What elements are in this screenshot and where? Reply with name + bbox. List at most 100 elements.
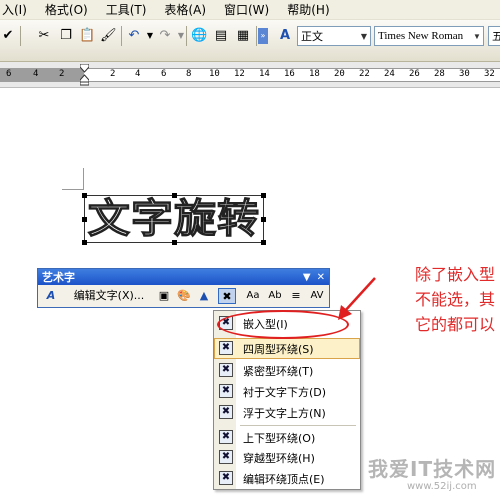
styles-formatting-icon[interactable]: A [277,28,293,44]
ruler-number: 14 [259,69,270,79]
toolbar-options-icon[interactable]: ▼ [303,272,311,283]
menu-item-in-front-text[interactable]: ✖ 浮于文字上方(N) [214,402,360,423]
menu-table[interactable]: 表格(A) [155,1,215,18]
menu-item-through[interactable]: ✖ 穿越型环绕(H) [214,447,360,468]
chevron-down-icon[interactable]: ▼ [471,32,483,41]
ruler-number: 4 [135,69,141,79]
wordart-object[interactable]: 文字旋转 [82,193,266,245]
ruler-number: 20 [334,69,345,79]
ruler-number: 30 [459,69,470,79]
wordart-toolbar-title: 艺术字 [42,271,75,284]
copy-icon[interactable]: ❐ [58,28,74,44]
undo-icon[interactable]: ↶ [126,28,142,44]
selection-handle[interactable] [82,217,87,222]
ruler-number: 28 [434,69,445,79]
redo-icon[interactable]: ↷ [157,28,173,44]
alignment-icon[interactable]: ≡ [288,288,304,304]
ruler-number: 6 [6,69,12,79]
menu-tools[interactable]: 工具(T) [97,1,156,18]
selection-handle[interactable] [82,240,87,245]
font-combo[interactable]: Times New Roman ▼ [374,26,484,46]
toolbar-separator [256,26,257,46]
annotation-line: 不能选，其 [414,290,495,309]
undo-dropdown-icon[interactable]: ▼ [142,28,158,44]
insert-table-icon[interactable]: ▦ [235,28,251,44]
paste-icon[interactable]: 📋 [79,28,95,44]
wordart-toolbar-title-bar[interactable]: 艺术字 ▼ ✕ [38,269,329,285]
menu-format[interactable]: 格式(O) [36,1,97,18]
square-wrap-icon: ✖ [219,341,233,355]
menu-item-label: 穿越型环绕(H) [243,452,315,465]
menu-separator [240,425,356,426]
ruler-number: 16 [284,69,295,79]
menu-item-label: 上下型环绕(O) [243,432,316,445]
character-spacing-button[interactable]: AV [308,288,326,304]
watermark-url: www.52ij.com [407,481,477,492]
font-size-value: 五 [492,28,500,44]
close-icon[interactable]: ✕ [317,272,325,283]
toolbar-separator [186,26,187,46]
ruler-number: 26 [409,69,420,79]
menu-item-label: 四周型环绕(S) [243,343,314,356]
ruler-number: 32 [484,69,495,79]
menu-item-tight[interactable]: ✖ 紧密型环绕(T) [214,360,360,381]
letter-height-button[interactable]: Aa [244,288,262,304]
ruler-number: 24 [384,69,395,79]
font-value: Times New Roman [378,30,464,42]
ruler-number: 22 [359,69,370,79]
wordart-gallery-icon[interactable]: ▣ [156,288,172,304]
ruler-number: 12 [234,69,245,79]
menu-item-label: 紧密型环绕(T) [243,365,314,378]
spell-check-icon[interactable]: ✔ [0,28,16,44]
selection-handle[interactable] [261,217,266,222]
watermark-text: 我爱IT技术网 [368,457,497,481]
chevron-down-icon[interactable]: ▼ [358,32,370,41]
selection-handle[interactable] [172,240,177,245]
ruler-number: 18 [309,69,320,79]
wordart-shape-icon[interactable]: ▲ [196,288,212,304]
selection-handle[interactable] [82,193,87,198]
wordart-toolbar: 艺术字 ▼ ✕ A 编辑文字(X)... ▣ 🎨 ▲ ✖ Aa Ab ≡ AV [37,268,330,308]
menu-item-label: 浮于文字上方(N) [243,407,326,420]
text-wrapping-icon[interactable]: ✖ [218,288,236,304]
ruler-number: 2 [59,69,65,79]
tight-wrap-icon: ✖ [219,363,233,377]
behind-text-icon: ✖ [219,384,233,398]
selection-handle[interactable] [172,193,177,198]
cut-icon[interactable]: ✂ [36,28,52,44]
format-wordart-icon[interactable]: 🎨 [176,288,192,304]
in-front-text-icon: ✖ [219,405,233,419]
menu-bar: 入(I) 格式(O) 工具(T) 表格(A) 窗口(W) 帮助(H) [0,0,500,20]
selection-handle[interactable] [261,193,266,198]
toolbar-separator [20,26,21,46]
ruler-margin-shade [0,68,84,82]
page-margin-corner-mark [62,168,84,190]
menu-item-label: 编辑环绕顶点(E) [243,473,325,486]
style-combo[interactable]: 正文 ▼ [297,26,371,46]
tables-borders-icon[interactable]: ▤ [213,28,229,44]
menu-help[interactable]: 帮助(H) [278,1,338,18]
ruler-number: 10 [209,69,220,79]
annotation-line: 除了嵌入型 [414,265,495,284]
menu-item-edit-wrap-points[interactable]: ✖ 编辑环绕顶点(E) [214,468,360,489]
style-value: 正文 [301,30,323,43]
format-painter-icon[interactable]: 🖌 [100,28,117,44]
indent-marker-icon[interactable] [80,64,89,86]
font-size-combo[interactable]: 五 [488,26,500,46]
vertical-text-button[interactable]: Ab [266,288,284,304]
toolbar-options-icon[interactable]: » [258,28,268,44]
insert-wordart-icon[interactable]: A [42,288,60,304]
edit-text-button[interactable]: 编辑文字(X)... [66,288,152,304]
selection-handle[interactable] [261,240,266,245]
wordart-toolbar-buttons: A 编辑文字(X)... ▣ 🎨 ▲ ✖ Aa Ab ≡ AV [38,285,329,307]
menu-window[interactable]: 窗口(W) [215,1,278,18]
menu-item-label: 衬于文字下方(D) [243,386,327,399]
horizontal-ruler[interactable]: 6 4 2 2 4 6 8 10 12 14 16 18 20 22 24 26… [0,62,500,88]
menu-item-top-bottom[interactable]: ✖ 上下型环绕(O) [214,427,360,448]
edit-wrap-points-icon: ✖ [219,471,233,485]
toolbar-separator [121,26,122,46]
menu-insert[interactable]: 入(I) [0,1,36,18]
menu-item-square[interactable]: ✖ 四周型环绕(S) [214,338,360,359]
hyperlink-icon[interactable]: 🌐 [191,28,207,44]
menu-item-behind-text[interactable]: ✖ 衬于文字下方(D) [214,381,360,402]
